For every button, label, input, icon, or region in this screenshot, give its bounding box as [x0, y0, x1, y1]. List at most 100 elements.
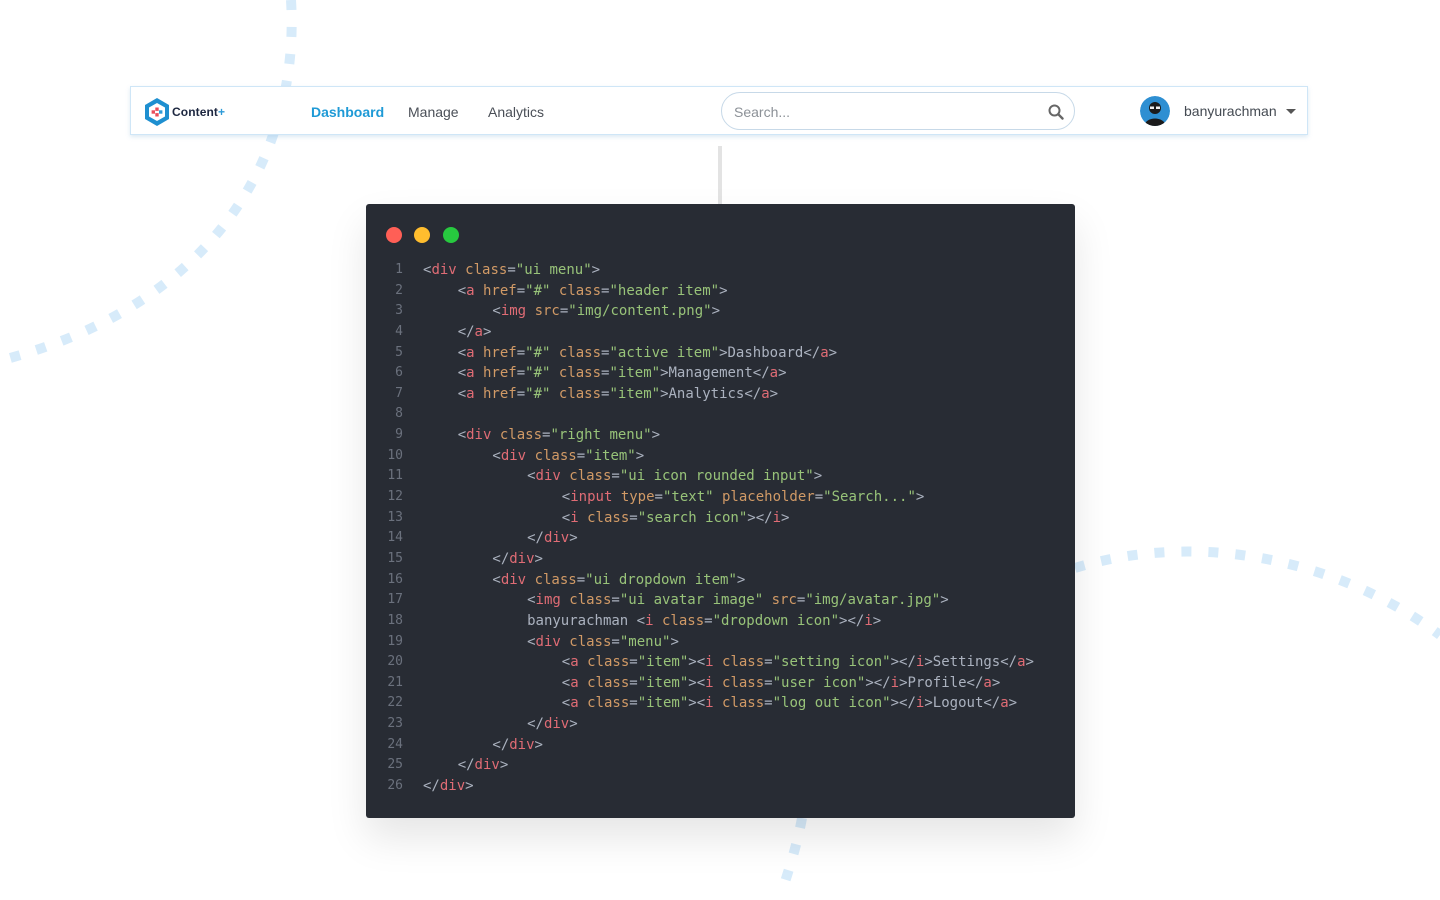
- code-token: >: [670, 633, 679, 650]
- search-input[interactable]: [732, 101, 1036, 123]
- code-token: "item": [637, 654, 689, 671]
- code-token: >: [651, 427, 661, 444]
- nav-item-dashboard[interactable]: Dashboard: [311, 104, 384, 120]
- code-token: a: [1017, 654, 1026, 671]
- code-token: >: [781, 509, 790, 526]
- code-token: >: [991, 674, 1001, 691]
- search-icon[interactable]: [1048, 104, 1064, 120]
- code-line: 22 <a class="item"><i class="log out icon…: [366, 693, 1075, 714]
- code-token: "ui menu": [515, 262, 592, 278]
- code-token: >: [1025, 654, 1034, 671]
- code-line: 15 </div>: [366, 549, 1075, 570]
- logo[interactable]: Content+: [144, 97, 225, 127]
- code-text: <i class="search icon"></i>: [562, 508, 790, 529]
- line-number: 4: [395, 323, 403, 339]
- code-token: div: [543, 530, 570, 547]
- code-token: div: [535, 633, 561, 650]
- code-token: href: [483, 385, 517, 402]
- code-text: </div>: [527, 528, 578, 549]
- code-token: a: [466, 385, 475, 402]
- code-token: href: [483, 344, 517, 361]
- line-number: 22: [387, 695, 403, 711]
- code-text: <a href="#" class="item">Management</a>: [458, 363, 787, 384]
- code-token: >: [915, 489, 925, 506]
- code-token: Management: [668, 365, 753, 382]
- user-dropdown[interactable]: banyurachman: [1140, 96, 1296, 126]
- line-number: 18: [387, 612, 403, 628]
- nav-item-manage[interactable]: Manage: [408, 104, 459, 120]
- line-number: 15: [387, 550, 403, 566]
- code-token: <: [457, 427, 467, 444]
- line-number: 2: [395, 282, 403, 298]
- code-token: <: [561, 509, 571, 526]
- code-text: </div>: [492, 549, 543, 570]
- code-line: 9 <div class="right menu">: [366, 425, 1075, 446]
- code-token: type: [620, 489, 655, 506]
- code-token: ></: [839, 612, 865, 629]
- code-token: href: [483, 365, 517, 382]
- code-token: =: [516, 365, 526, 382]
- code-token: >: [778, 365, 787, 382]
- nav-item-analytics[interactable]: Analytics: [488, 104, 544, 120]
- code-token: class: [587, 674, 630, 691]
- code-token: "#": [525, 344, 551, 361]
- code-text: <img class="ui avatar image" src="img/av…: [527, 590, 949, 611]
- code-token: ><: [688, 674, 706, 691]
- code-token: div: [500, 571, 527, 588]
- code-token: "menu": [619, 633, 671, 650]
- code-token: <: [561, 695, 571, 712]
- code-line: 25 </div>: [366, 755, 1075, 776]
- code-token: div: [509, 550, 535, 567]
- code-token: "active item": [609, 344, 720, 361]
- code-token: >: [872, 612, 882, 629]
- code-token: a: [1000, 695, 1009, 712]
- code-token: "item": [609, 385, 661, 402]
- line-number: 10: [387, 447, 403, 463]
- code-token: "#": [525, 385, 551, 402]
- code-token: </: [457, 757, 475, 774]
- code-window: 1 <div class="ui menu"> 2 <a href="#" class…: [366, 204, 1075, 818]
- code-token: =: [654, 489, 663, 506]
- code-token: input: [570, 489, 613, 506]
- code-token: >: [711, 303, 721, 320]
- code-token: "search icon": [637, 509, 748, 526]
- line-number: 20: [387, 654, 403, 670]
- code-token: i: [570, 509, 579, 526]
- code-token: >: [465, 778, 474, 795]
- code-token: a: [466, 282, 475, 299]
- code-token: </: [492, 736, 510, 753]
- code-token: "item": [609, 365, 661, 382]
- code-text: <div class="item">: [492, 446, 644, 467]
- code-token: "setting icon": [772, 654, 891, 671]
- connector-line: [718, 146, 722, 204]
- code-line: 11 <div class="ui icon rounded input">: [366, 466, 1075, 487]
- line-number: 25: [387, 757, 403, 773]
- code-token: class: [587, 654, 630, 671]
- line-number: 5: [395, 344, 403, 360]
- code-token: <: [527, 468, 536, 485]
- code-token: </: [457, 323, 475, 340]
- window-maximize-dot: [443, 227, 459, 243]
- code-token: class: [569, 633, 612, 650]
- code-token: div: [431, 262, 457, 278]
- code-token: >: [534, 736, 543, 753]
- code-token: =: [629, 674, 638, 691]
- code-token: "ui icon rounded input": [619, 468, 814, 485]
- code-block: 1 <div class="ui menu"> 2 <a href="#" class…: [366, 260, 1075, 797]
- code-token: >: [899, 674, 908, 691]
- code-token: <: [492, 447, 501, 464]
